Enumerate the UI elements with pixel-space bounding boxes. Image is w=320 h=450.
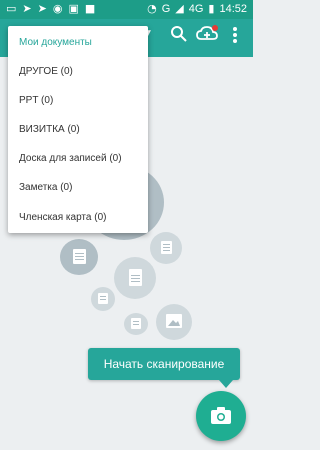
document-category-menu: Мои документы ДРУГОЕ (0) PPT (0) ВИЗИТКА… (8, 26, 148, 233)
carrier-letter: G (161, 3, 171, 15)
clock: 14:52 (219, 3, 247, 15)
bubble (156, 304, 192, 340)
menu-item-my-documents[interactable]: Мои документы (19, 37, 92, 48)
bubble (124, 313, 148, 335)
cloud-upload-icon[interactable] (196, 24, 218, 48)
image-icon (166, 314, 182, 328)
status-bar: ▭ ➤ ➤ ◉ ▣ ■ ◔ G ◢ 4G ▮ 14:52 (0, 0, 253, 19)
scan-button[interactable] (196, 391, 246, 441)
bubble (150, 232, 182, 264)
menu-item-membership-card[interactable]: Членская карта (0) (19, 212, 106, 223)
network-type: 4G (188, 3, 204, 15)
document-icon (129, 269, 142, 286)
tooltip-text: Начать сканирование (103, 357, 225, 371)
signal-icon: ◢ (175, 2, 184, 15)
notification-icon: ▭ (6, 2, 17, 15)
messages-icon: ▣ (68, 2, 79, 15)
tooltip-arrow (219, 380, 233, 388)
camera-icon (210, 406, 232, 431)
menu-item-whiteboard[interactable]: Доска для записей (0) (19, 153, 122, 164)
battery-icon: ▮ (208, 2, 215, 15)
hotspot-icon: ◉ (52, 2, 63, 15)
search-icon[interactable] (170, 25, 188, 47)
document-icon (98, 293, 108, 304)
more-vert-icon[interactable] (232, 26, 238, 48)
menu-item-other[interactable]: ДРУГОЕ (0) (19, 66, 73, 77)
system-icons: ◔ G ◢ 4G ▮ 14:52 (147, 2, 247, 16)
wifi-icon: ◔ (147, 2, 157, 15)
document-icon (73, 249, 86, 264)
document-icon (161, 241, 172, 254)
menu-item-business-card[interactable]: ВИЗИТКА (0) (19, 124, 80, 135)
bubble (114, 257, 156, 299)
menu-item-note[interactable]: Заметка (0) (19, 182, 72, 193)
send-icon: ➤ (22, 2, 32, 15)
menu-item-ppt[interactable]: PPT (0) (19, 95, 53, 106)
start-scan-tooltip: Начать сканирование (88, 348, 240, 380)
lock-icon: ■ (84, 2, 96, 15)
send-icon: ➤ (37, 2, 47, 15)
bubble (60, 239, 98, 275)
notification-icons: ▭ ➤ ➤ ◉ ▣ ■ (6, 3, 95, 15)
document-icon (131, 318, 141, 329)
bubble (91, 287, 115, 311)
